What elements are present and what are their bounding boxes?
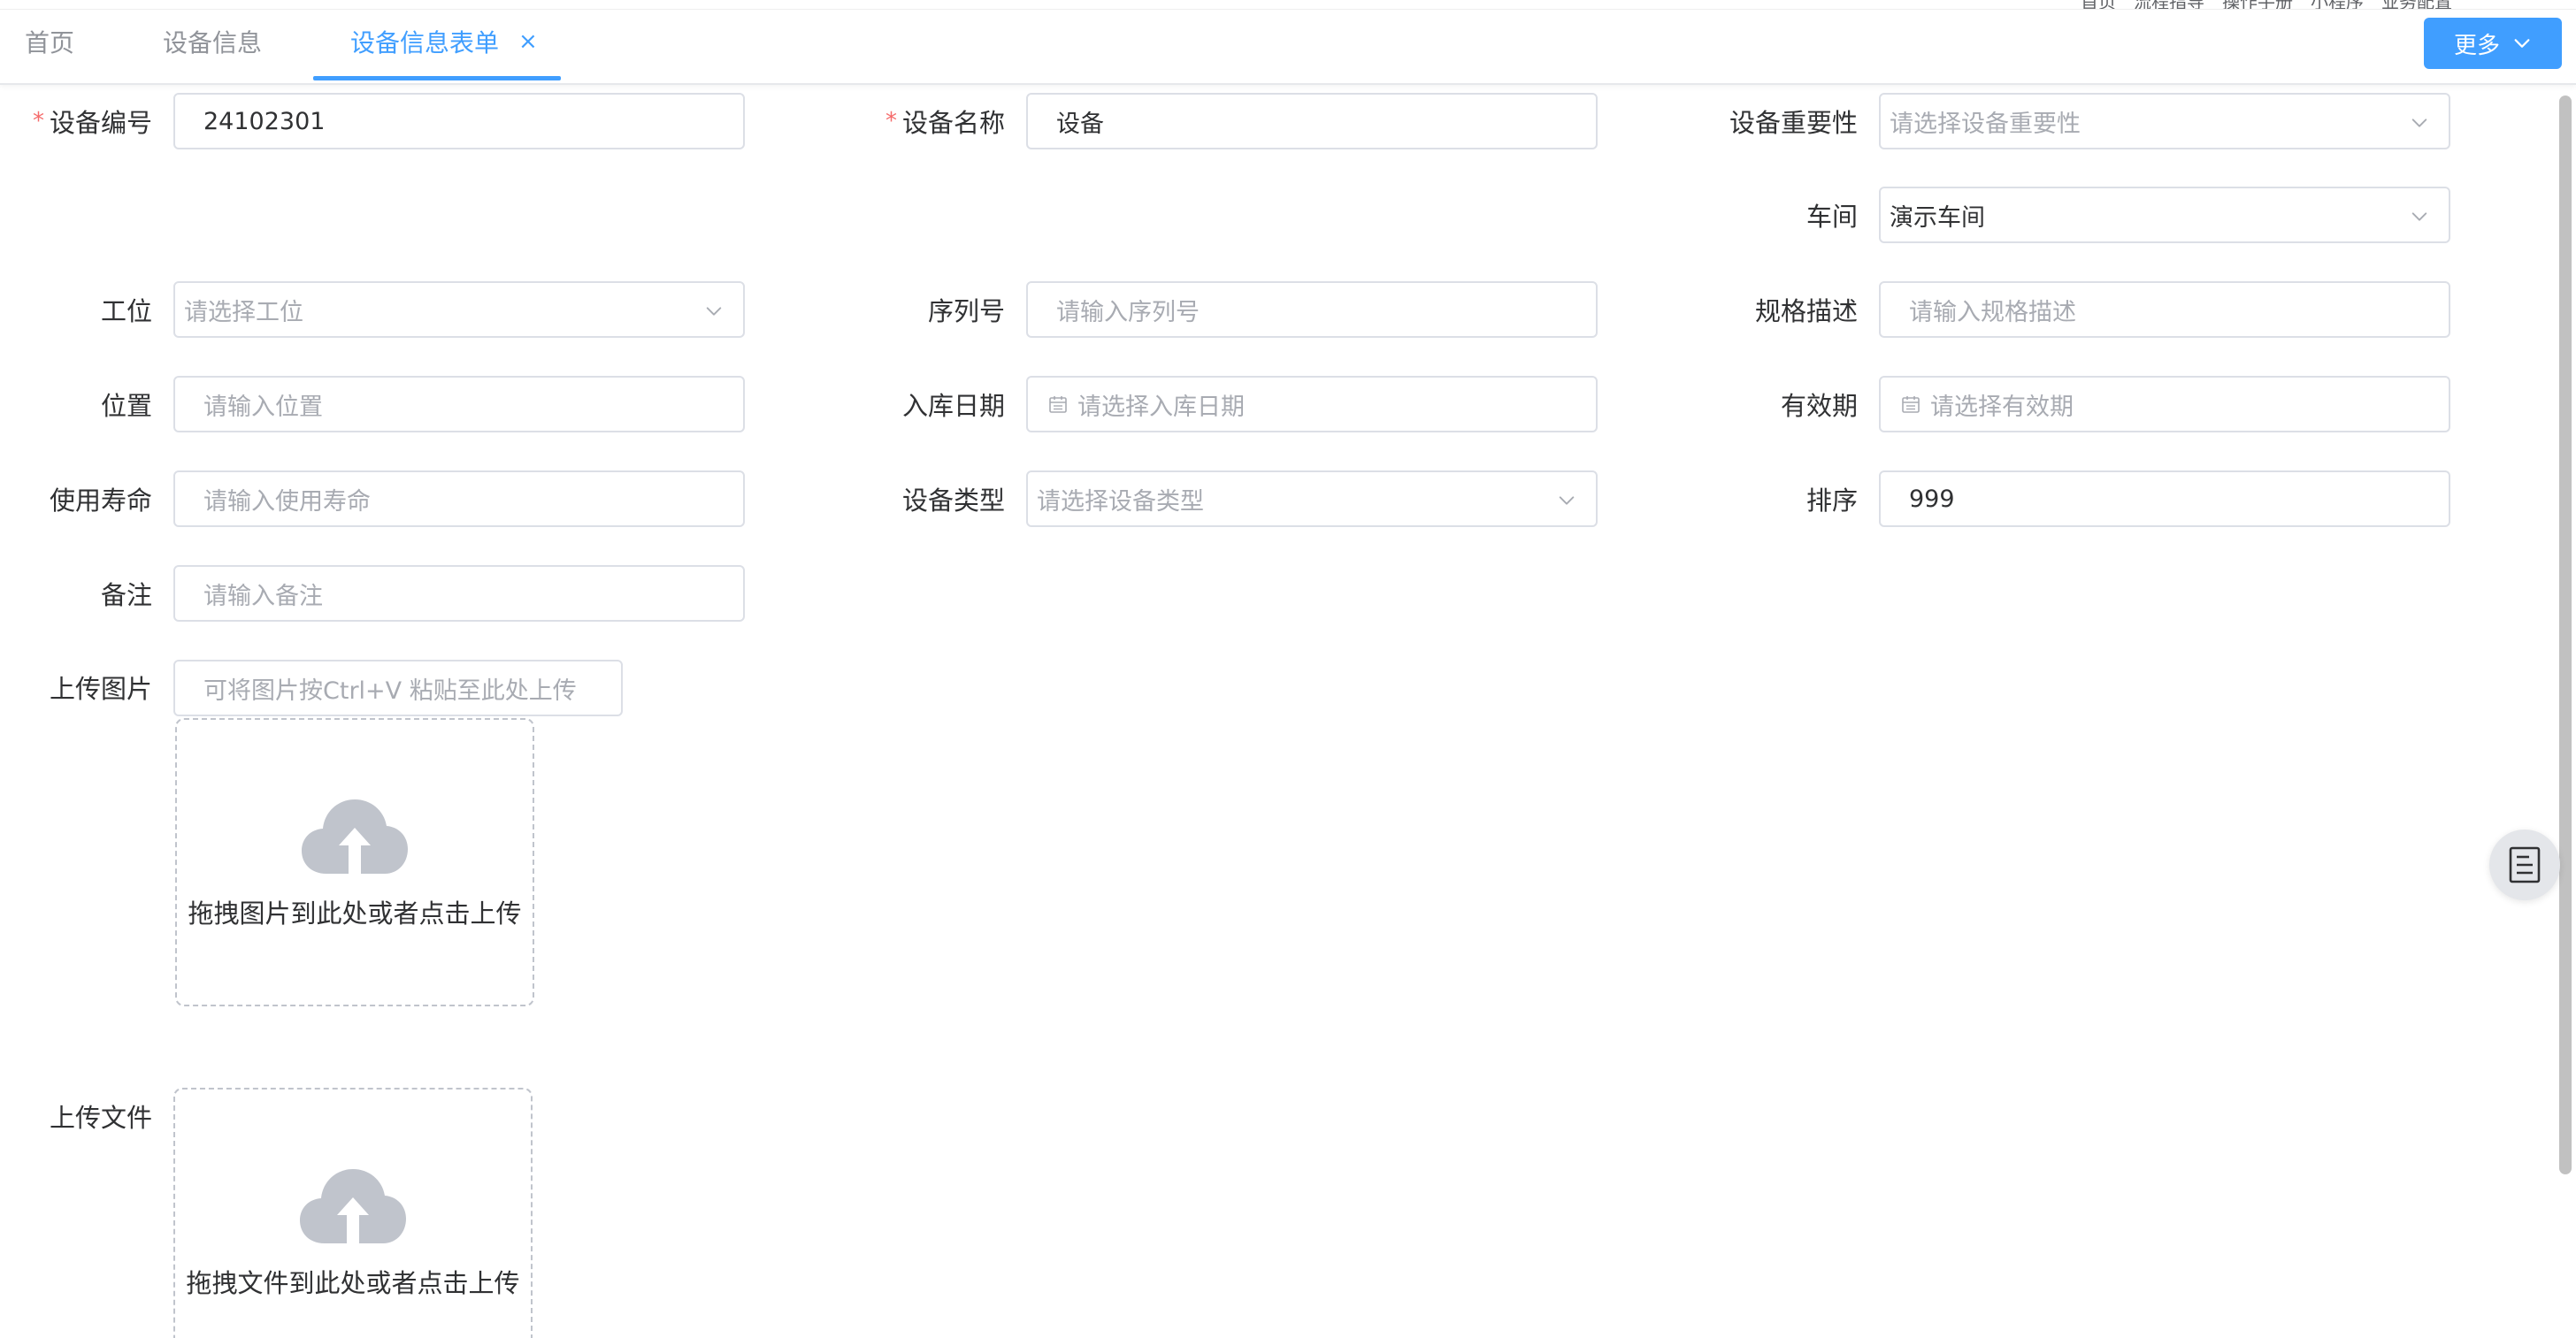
workshop-label: 车间 [1681, 187, 1858, 243]
top-nav: 首页 流程指导 操作手册 小程序 业务配置 [2081, 0, 2452, 9]
sort-label: 排序 [1681, 470, 1858, 527]
location-label: 位置 [18, 376, 152, 432]
active-tab-indicator [313, 76, 561, 80]
remark-input[interactable]: 请输入备注 [173, 565, 745, 622]
station-label: 工位 [18, 281, 152, 338]
importance-select[interactable]: 请选择设备重要性 [1879, 93, 2450, 149]
station-label-text: 工位 [100, 296, 152, 326]
calendar-icon [1902, 396, 1920, 413]
floating-document-button[interactable] [2489, 830, 2560, 900]
storage-date-picker[interactable]: 请选择入库日期 [1026, 376, 1598, 432]
tab-device-info-form-label: 设备信息表单 [350, 28, 500, 57]
workshop-select[interactable]: 演示车间 [1879, 187, 2450, 243]
importance-placeholder: 请选择设备重要性 [1890, 110, 2081, 138]
station-select[interactable]: 请选择工位 [173, 281, 745, 338]
device-code-input[interactable]: 24102301 [173, 93, 745, 149]
device-type-label: 设备类型 [849, 470, 1005, 527]
upload-file-label-text: 上传文件 [49, 1103, 152, 1133]
device-type-select[interactable]: 请选择设备类型 [1026, 470, 1598, 527]
required-mark: * [32, 108, 44, 134]
document-icon [2509, 846, 2541, 883]
lifespan-placeholder: 请输入使用寿命 [203, 487, 371, 516]
remark-label: 备注 [18, 565, 152, 622]
top-nav-miniprogram[interactable]: 小程序 [2311, 0, 2364, 9]
storage-date-label-text: 入库日期 [901, 391, 1005, 421]
tab-close-icon[interactable]: × [518, 28, 538, 55]
station-placeholder: 请选择工位 [184, 298, 303, 326]
scrollbar-thumb[interactable] [2559, 96, 2572, 1174]
upload-image-label: 上传图片 [18, 659, 152, 715]
device-code-label-text: 设备编号 [49, 108, 152, 138]
validity-label-text: 有效期 [1780, 391, 1858, 421]
top-nav-home[interactable]: 首页 [2081, 0, 2116, 9]
device-type-placeholder: 请选择设备类型 [1037, 487, 1204, 516]
validity-date-picker[interactable]: 请选择有效期 [1879, 376, 2450, 432]
chevron-down-icon [1559, 496, 1575, 505]
top-nav-config[interactable]: 业务配置 [2381, 0, 2452, 9]
remark-label-text: 备注 [100, 580, 152, 610]
workshop-value: 演示车间 [1890, 203, 1985, 232]
storage-date-label: 入库日期 [849, 376, 1005, 432]
tab-home-label: 首页 [25, 28, 75, 57]
more-button[interactable]: 更多 [2424, 18, 2562, 69]
upload-file-label: 上传文件 [18, 1088, 152, 1144]
sort-label-text: 排序 [1806, 486, 1858, 516]
device-code-label: * 设备编号 [18, 93, 152, 149]
validity-placeholder: 请选择有效期 [1930, 393, 2074, 421]
device-code-value: 24102301 [203, 107, 326, 135]
image-upload-dropzone[interactable]: 拖拽图片到此处或者点击上传 [175, 718, 534, 1006]
location-placeholder: 请输入位置 [203, 393, 323, 421]
cloud-upload-icon [300, 1169, 406, 1243]
serial-no-placeholder: 请输入序列号 [1056, 298, 1200, 326]
tab-device-info-label: 设备信息 [163, 28, 263, 57]
serial-no-label-text: 序列号 [927, 296, 1005, 326]
chevron-down-icon [2411, 119, 2427, 127]
spec-placeholder: 请输入规格描述 [1909, 298, 2076, 326]
lifespan-label-text: 使用寿命 [49, 486, 152, 516]
cloud-upload-icon [302, 799, 408, 874]
device-name-label: * 设备名称 [849, 93, 1005, 149]
device-name-value: 设备 [1056, 110, 1104, 138]
chevron-down-icon [706, 307, 722, 316]
paste-image-input[interactable]: 可将图片按Ctrl+V 粘贴至此处上传 [173, 660, 623, 716]
location-label-text: 位置 [100, 391, 152, 421]
remark-placeholder: 请输入备注 [203, 582, 323, 610]
chevron-down-icon [2514, 39, 2530, 48]
tab-home[interactable]: 首页 [25, 0, 74, 83]
serial-no-label: 序列号 [849, 281, 1005, 338]
chevron-down-icon [2411, 212, 2427, 221]
upload-image-label-text: 上传图片 [49, 674, 152, 704]
importance-label: 设备重要性 [1681, 93, 1858, 149]
tab-device-info-form[interactable]: 设备信息表单 × [350, 0, 538, 83]
lifespan-label: 使用寿命 [18, 470, 152, 527]
top-nav-manual[interactable]: 操作手册 [2222, 0, 2293, 9]
device-name-input[interactable]: 设备 [1026, 93, 1598, 149]
spec-input[interactable]: 请输入规格描述 [1879, 281, 2450, 338]
storage-date-placeholder: 请选择入库日期 [1077, 393, 1245, 421]
file-dropzone-text: 拖拽文件到此处或者点击上传 [186, 1268, 520, 1298]
required-mark: * [885, 108, 897, 134]
top-nav-process[interactable]: 流程指导 [2134, 0, 2204, 9]
sort-input[interactable]: 999 [1879, 470, 2450, 527]
lifespan-input[interactable]: 请输入使用寿命 [173, 470, 745, 527]
calendar-icon [1049, 396, 1067, 413]
validity-label: 有效期 [1681, 376, 1858, 432]
importance-label-text: 设备重要性 [1729, 108, 1858, 138]
tab-device-info[interactable]: 设备信息 [163, 0, 262, 83]
image-dropzone-text: 拖拽图片到此处或者点击上传 [188, 898, 522, 929]
spec-label-text: 规格描述 [1754, 296, 1858, 326]
location-input[interactable]: 请输入位置 [173, 376, 745, 432]
workshop-label-text: 车间 [1806, 202, 1858, 232]
file-upload-dropzone[interactable]: 拖拽文件到此处或者点击上传 [173, 1088, 533, 1338]
device-name-label-text: 设备名称 [901, 108, 1005, 138]
tab-bar: 首页 流程指导 操作手册 小程序 业务配置 首页 设备信息 设备信息表单 × 更… [0, 0, 2576, 85]
device-type-label-text: 设备类型 [901, 486, 1005, 516]
more-button-label: 更多 [2453, 32, 2500, 59]
serial-no-input[interactable]: 请输入序列号 [1026, 281, 1598, 338]
paste-image-placeholder: 可将图片按Ctrl+V 粘贴至此处上传 [203, 677, 577, 705]
sort-value: 999 [1909, 485, 1955, 513]
spec-label: 规格描述 [1681, 281, 1858, 338]
